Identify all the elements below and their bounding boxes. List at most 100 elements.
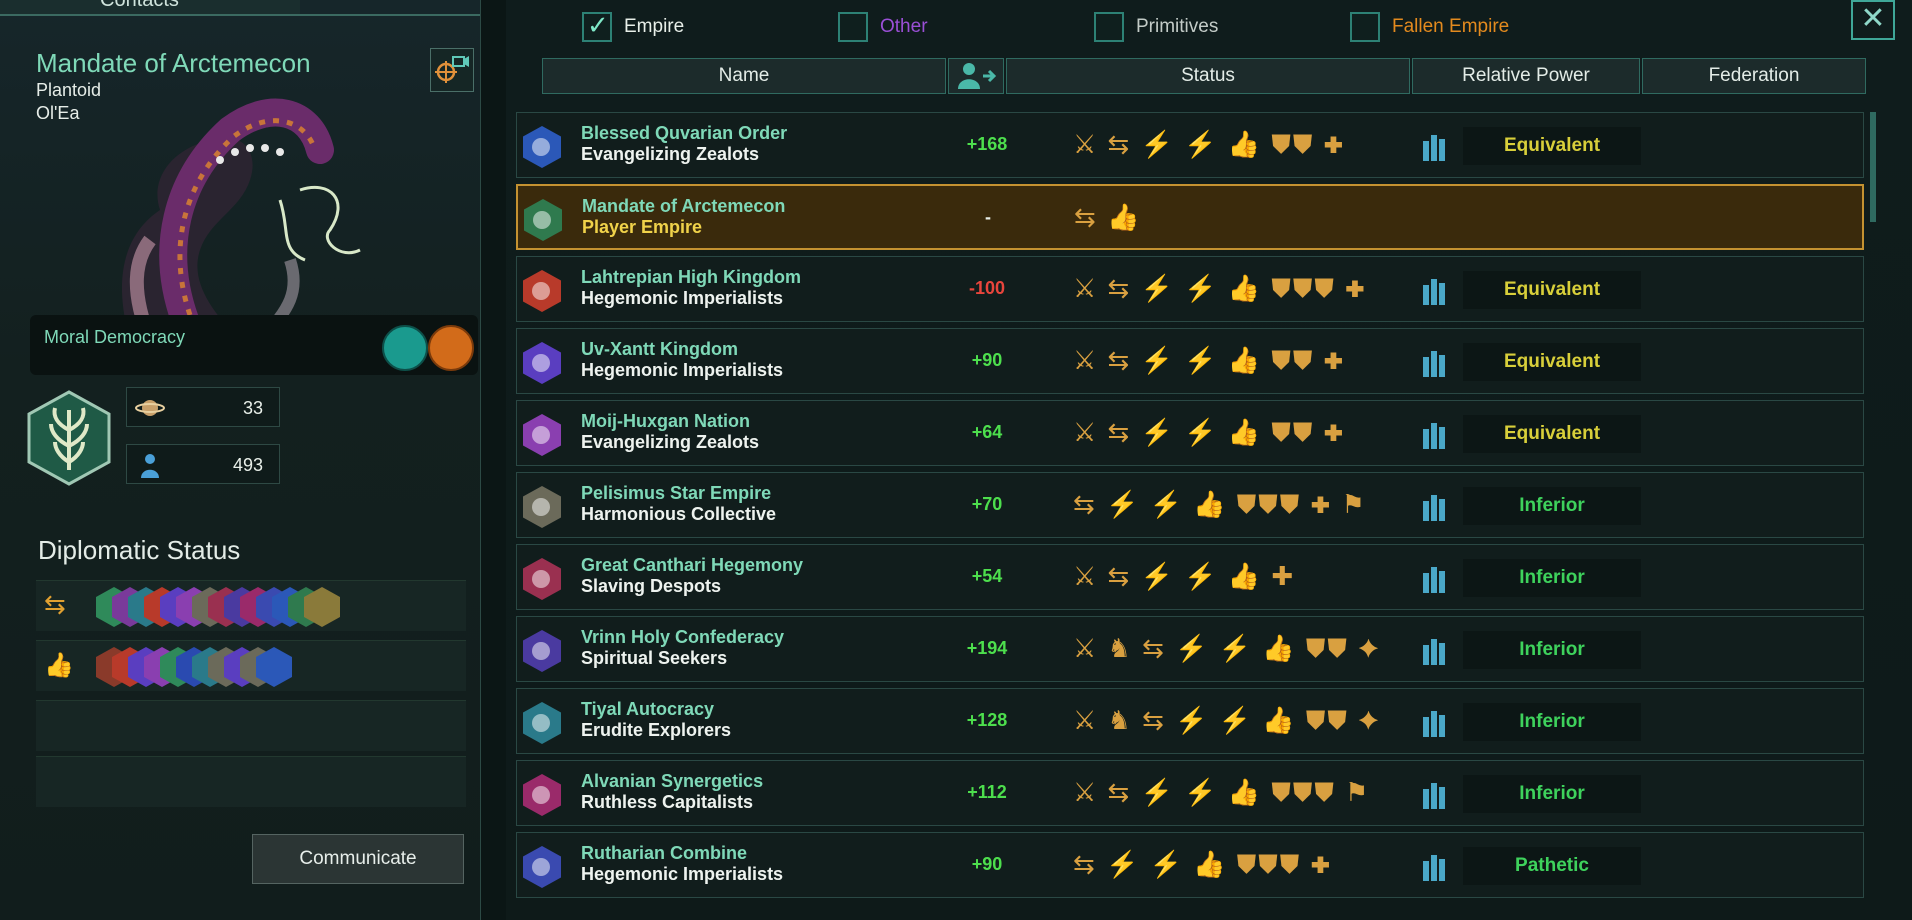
relative-power-icon[interactable] bbox=[1421, 851, 1451, 881]
contact-name: Rutharian Combine bbox=[581, 843, 748, 863]
emblem-symbol-icon bbox=[532, 282, 550, 300]
contact-ethic: Hegemonic Imperialists bbox=[581, 864, 784, 884]
diplo-row-relations: 👍 bbox=[36, 640, 466, 691]
status-icons[interactable]: ⚔ ⇆ ⚡ ⚡ 👍 ⛊⛊ ✚ bbox=[1073, 129, 1345, 165]
contacts-tab[interactable]: Contacts bbox=[0, 0, 300, 16]
contact-row[interactable]: Pelisimus Star Empire Harmonious Collecti… bbox=[516, 472, 1864, 538]
contact-opinion: +90 bbox=[971, 350, 1003, 370]
status-icons[interactable]: ⇆ 👍 bbox=[1074, 202, 1141, 238]
emblem-symbol-icon bbox=[532, 642, 550, 660]
column-header-status[interactable]: Status bbox=[1006, 58, 1410, 94]
contact-row[interactable]: Lahtrepian High Kingdom Hegemonic Imperia… bbox=[516, 256, 1864, 322]
emblem-symbol-icon bbox=[532, 138, 550, 156]
contact-name: Moij-Huxgan Nation bbox=[581, 411, 750, 431]
status-icons[interactable]: ⚔ ⇆ ⚡ ⚡ 👍 ✚ bbox=[1073, 561, 1295, 597]
status-icons[interactable]: ⇆ ⚡ ⚡ 👍 ⛊⛊⛊ ✚ bbox=[1073, 849, 1332, 885]
relative-power-icon[interactable] bbox=[1421, 275, 1451, 305]
contact-ethic: Hegemonic Imperialists bbox=[581, 360, 784, 380]
status-icons[interactable]: ⚔ ♞ ⇆ ⚡ ⚡ 👍 ⛊⛊ ✦ bbox=[1073, 633, 1381, 669]
emblem-symbol-icon bbox=[532, 858, 550, 876]
status-icons[interactable]: ⚔ ⇆ ⚡ ⚡ 👍 ⛊⛊⛊ ✚ bbox=[1073, 273, 1367, 309]
empire-panel: Contacts Mandate of Arctemecon Plantoid … bbox=[0, 0, 481, 920]
relative-power-icon[interactable] bbox=[1421, 131, 1451, 161]
contact-name: Lahtrepian High Kingdom bbox=[581, 267, 801, 287]
contact-row[interactable]: Vrinn Holy Confederacy Spiritual Seekers +… bbox=[516, 616, 1864, 682]
contact-ethic: Slaving Despots bbox=[581, 576, 722, 596]
column-header-name[interactable]: Name bbox=[542, 58, 946, 94]
emblem-symbol-icon bbox=[532, 714, 550, 732]
diplo-row-communications: ⇆ bbox=[36, 580, 466, 631]
contact-name: Pelisimus Star Empire bbox=[581, 483, 772, 503]
contact-name: Blessed Quvarian Order bbox=[581, 123, 788, 143]
empire-name: Mandate of Arctemecon bbox=[36, 48, 311, 78]
ethic-pacifist-icon[interactable] bbox=[428, 325, 474, 371]
relative-power-icon[interactable] bbox=[1421, 707, 1451, 737]
filter-primitives-checkbox[interactable] bbox=[1094, 12, 1124, 42]
contact-row[interactable]: Mandate of Arctemecon Player Empire - ⇆ 👍 bbox=[516, 184, 1864, 250]
pops-value: 493 bbox=[232, 455, 263, 475]
contact-row[interactable]: Alvanian Synergetics Ruthless Capitalists… bbox=[516, 760, 1864, 826]
filter-other-checkbox[interactable] bbox=[838, 12, 868, 42]
contact-row[interactable]: Uv-Xantt Kingdom Hegemonic Imperialists +9… bbox=[516, 328, 1864, 394]
filter-empire-checkbox[interactable] bbox=[582, 10, 612, 42]
relative-power-value: Inferior bbox=[1463, 631, 1641, 669]
contact-opinion: -100 bbox=[968, 278, 1006, 298]
relative-power-icon[interactable] bbox=[1421, 779, 1451, 809]
contact-row[interactable]: Blessed Quvarian Order Evangelizing Zealo… bbox=[516, 112, 1864, 178]
filter-other-label: Other bbox=[880, 16, 928, 37]
contact-opinion: +194 bbox=[966, 638, 1008, 658]
column-header-opinion[interactable] bbox=[948, 58, 1004, 94]
contact-opinion: +90 bbox=[971, 854, 1003, 874]
contact-ethic: Harmonious Collective bbox=[581, 504, 777, 524]
column-header-federation[interactable]: Federation bbox=[1642, 58, 1866, 94]
contact-ethic: Erudite Explorers bbox=[581, 720, 732, 740]
tab-underline bbox=[280, 14, 480, 16]
relative-power-icon[interactable] bbox=[1421, 347, 1451, 377]
contact-row[interactable]: Great Canthari Hegemony Slaving Despots +5… bbox=[516, 544, 1864, 610]
relative-power-icon[interactable] bbox=[1421, 491, 1451, 521]
column-header-relative-power[interactable]: Relative Power bbox=[1412, 58, 1640, 94]
relative-power-value: Equivalent bbox=[1463, 127, 1641, 165]
filter-empire-label: Empire bbox=[624, 16, 685, 37]
communicate-button[interactable]: Communicate bbox=[252, 834, 464, 884]
diplo-row-empty-2 bbox=[36, 756, 466, 807]
contact-opinion: - bbox=[985, 207, 991, 227]
relative-power-icon[interactable] bbox=[1421, 563, 1451, 593]
ethic-egalitarian-icon[interactable] bbox=[382, 325, 428, 371]
diplomatic-status-title: Diplomatic Status bbox=[38, 535, 241, 565]
focus-camera-button[interactable] bbox=[430, 48, 474, 92]
status-icons[interactable]: ⚔ ⇆ ⚡ ⚡ 👍 ⛊⛊ ✚ bbox=[1073, 345, 1345, 381]
relative-power-value: Inferior bbox=[1463, 775, 1641, 813]
opinion-icon bbox=[958, 63, 997, 89]
scrollbar[interactable] bbox=[1870, 112, 1876, 222]
filter-fallen-empire-label: Fallen Empire bbox=[1392, 16, 1510, 37]
planets-value: 33 bbox=[242, 398, 263, 418]
relative-power-value: Inferior bbox=[1463, 559, 1641, 597]
contact-ethic: Ruthless Capitalists bbox=[581, 792, 754, 812]
relative-power-icon[interactable] bbox=[1421, 419, 1451, 449]
status-icons[interactable]: ⇆ ⚡ ⚡ 👍 ⛊⛊⛊ ✚ ⚑ bbox=[1073, 489, 1367, 525]
status-icons[interactable]: ⚔ ⇆ ⚡ ⚡ 👍 ⛊⛊⛊ ⚑ bbox=[1073, 777, 1370, 813]
relative-power-icon[interactable] bbox=[1421, 635, 1451, 665]
empire-emblem-icon bbox=[27, 390, 111, 486]
contact-ethic: Player Empire bbox=[582, 217, 703, 237]
close-button[interactable]: ✕ bbox=[1851, 0, 1895, 40]
contact-row[interactable]: Moij-Huxgan Nation Evangelizing Zealots +6… bbox=[516, 400, 1864, 466]
relative-power-value: Pathetic bbox=[1463, 847, 1641, 885]
relations-icon: 👍 bbox=[44, 652, 74, 679]
contact-ethic: Spiritual Seekers bbox=[581, 648, 728, 668]
pops-count: 493 bbox=[126, 444, 280, 484]
filter-fallen-empire-checkbox[interactable] bbox=[1350, 12, 1380, 42]
status-icons[interactable]: ⚔ ⇆ ⚡ ⚡ 👍 ⛊⛊ ✚ bbox=[1073, 417, 1345, 453]
emblem-symbol-icon bbox=[532, 426, 550, 444]
contact-opinion: +70 bbox=[971, 494, 1003, 514]
emblem-symbol-icon bbox=[532, 354, 550, 372]
government-type: Moral Democracy bbox=[44, 327, 186, 347]
contact-name: Vrinn Holy Confederacy bbox=[581, 627, 785, 647]
diplo-row-empty-1 bbox=[36, 700, 466, 751]
contact-row[interactable]: Rutharian Combine Hegemonic Imperialists +… bbox=[516, 832, 1864, 898]
contact-row[interactable]: Tiyal Autocracy Erudite Explorers +128 ⚔ ♞ … bbox=[516, 688, 1864, 754]
planet-icon bbox=[135, 400, 165, 416]
status-icons[interactable]: ⚔ ♞ ⇆ ⚡ ⚡ 👍 ⛊⛊ ✦ bbox=[1073, 705, 1381, 741]
contact-opinion: +168 bbox=[966, 134, 1008, 154]
